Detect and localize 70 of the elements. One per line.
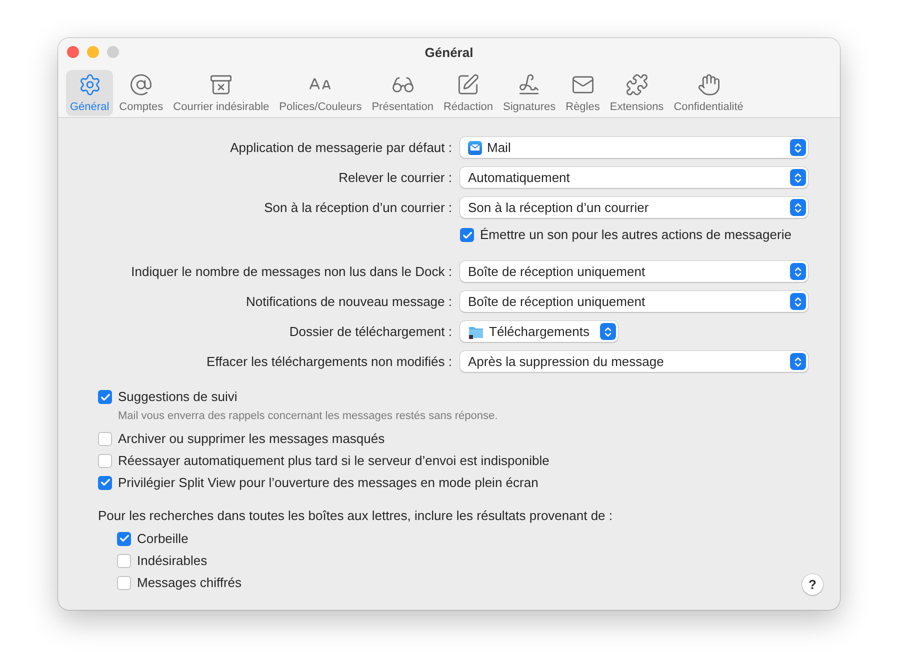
popup-button[interactable]: Après la suppression du message (460, 351, 808, 372)
folder-icon (468, 324, 484, 338)
popup-value: Après la suppression du message (468, 352, 665, 371)
chevrons-up-down-icon (600, 323, 616, 340)
popup-button[interactable]: Boîte de réception uniquement (460, 291, 808, 312)
field-label: Relever le courrier : (338, 168, 452, 187)
option-description: Mail vous enverra des rappels concernant les messages restés sans réponse. (117, 409, 499, 424)
checkbox[interactable] (98, 432, 112, 446)
field-label: Son à la réception d’un courrier : (264, 198, 452, 217)
field-label: Notifications de nouveau message : (246, 292, 452, 311)
pencil-square-icon (456, 72, 480, 96)
field-label: Dossier de téléchargement : (289, 322, 452, 341)
chevrons-up-down-icon (790, 199, 806, 216)
checkbox-label: Messages chiffrés (137, 574, 242, 592)
window-title: Général (424, 44, 474, 62)
chevrons-up-down-icon (790, 169, 806, 186)
chevrons-up-down-icon (790, 353, 806, 370)
mail-app-icon (468, 140, 482, 154)
at-sign-icon (129, 72, 154, 96)
checkbox[interactable] (117, 532, 131, 546)
checkbox-label: Suggestions de suivi (118, 388, 238, 406)
popup-button[interactable]: Automatiquement (460, 167, 808, 188)
chevrons-up-down-icon (790, 293, 806, 310)
checkbox[interactable] (117, 576, 131, 590)
checkbox-label: Privilégier Split View pour l’ouverture des messages en mode plein écran (118, 474, 538, 492)
hand-icon (696, 72, 721, 96)
checkbox[interactable] (98, 454, 112, 468)
popup-value: Boîte de réception uniquement (468, 262, 646, 281)
checkbox[interactable] (98, 390, 112, 404)
toolbar-tab[interactable]: Règles (562, 70, 604, 116)
field-label: Effacer les téléchargements non modifiés : (206, 352, 452, 371)
help-button[interactable]: ? (802, 574, 823, 595)
close-button[interactable] (67, 46, 79, 58)
section-heading: Pour les recherches dans toutes les boîtes aux lettres, inclure les résultats provenant de : (98, 508, 612, 522)
checkbox-label: Réessayer automatiquement plus tard si le serveur d’envoi est indisponible (118, 452, 550, 470)
chevrons-up-down-icon (790, 263, 806, 280)
archive-x-icon (209, 72, 234, 96)
toolbar-tab[interactable]: Général (66, 70, 114, 116)
minimize-button[interactable] (87, 46, 99, 58)
popup-value: Boîte de réception uniquement (468, 292, 646, 311)
toolbar-tab[interactable]: Courrier indésirable (169, 70, 274, 116)
checkbox[interactable] (98, 476, 112, 490)
popup-value: Mail (487, 138, 512, 157)
settings-icon (78, 72, 102, 96)
popup-value: Automatiquement (468, 168, 571, 187)
toolbar-tab[interactable]: Rédaction (439, 70, 498, 116)
checkbox-label: Corbeille (137, 530, 188, 548)
checkbox-label: Indésirables (137, 552, 208, 570)
field-label: Indiquer le nombre de messages non lus dans le Dock : (131, 262, 452, 281)
field-label: Application de messagerie par défaut : (230, 138, 452, 157)
toolbar-tab[interactable]: Polices/Couleurs (275, 70, 366, 116)
toolbar-tab[interactable]: Signatures (499, 70, 560, 116)
popup-button[interactable]: Son à la réception d’un courrier (460, 197, 808, 218)
zoom-button[interactable] (107, 46, 119, 58)
toolbar-tab[interactable]: Confidentialité (670, 70, 748, 116)
checkbox-label: Archiver ou supprimer les messages masqués (118, 430, 385, 448)
chevrons-up-down-icon (790, 139, 806, 156)
toolbar-tab[interactable]: Extensions (606, 70, 668, 116)
popup-button[interactable]: Téléchargements (460, 321, 618, 342)
checkbox[interactable] (460, 228, 474, 242)
puzzle-icon (624, 72, 649, 96)
popup-value: Téléchargements (489, 322, 590, 341)
checkbox[interactable] (117, 554, 131, 568)
signature-icon (517, 72, 542, 96)
popup-value: Son à la réception d’un courrier (468, 198, 650, 217)
checkbox-label: Émettre un son pour les autres actions de messagerie (480, 226, 792, 244)
toolbar-tab[interactable]: Comptes (115, 70, 168, 116)
popup-button[interactable]: Boîte de réception uniquement (460, 261, 808, 282)
popup-button[interactable]: Mail (460, 137, 808, 158)
toolbar-tab[interactable]: Présentation (368, 70, 438, 116)
